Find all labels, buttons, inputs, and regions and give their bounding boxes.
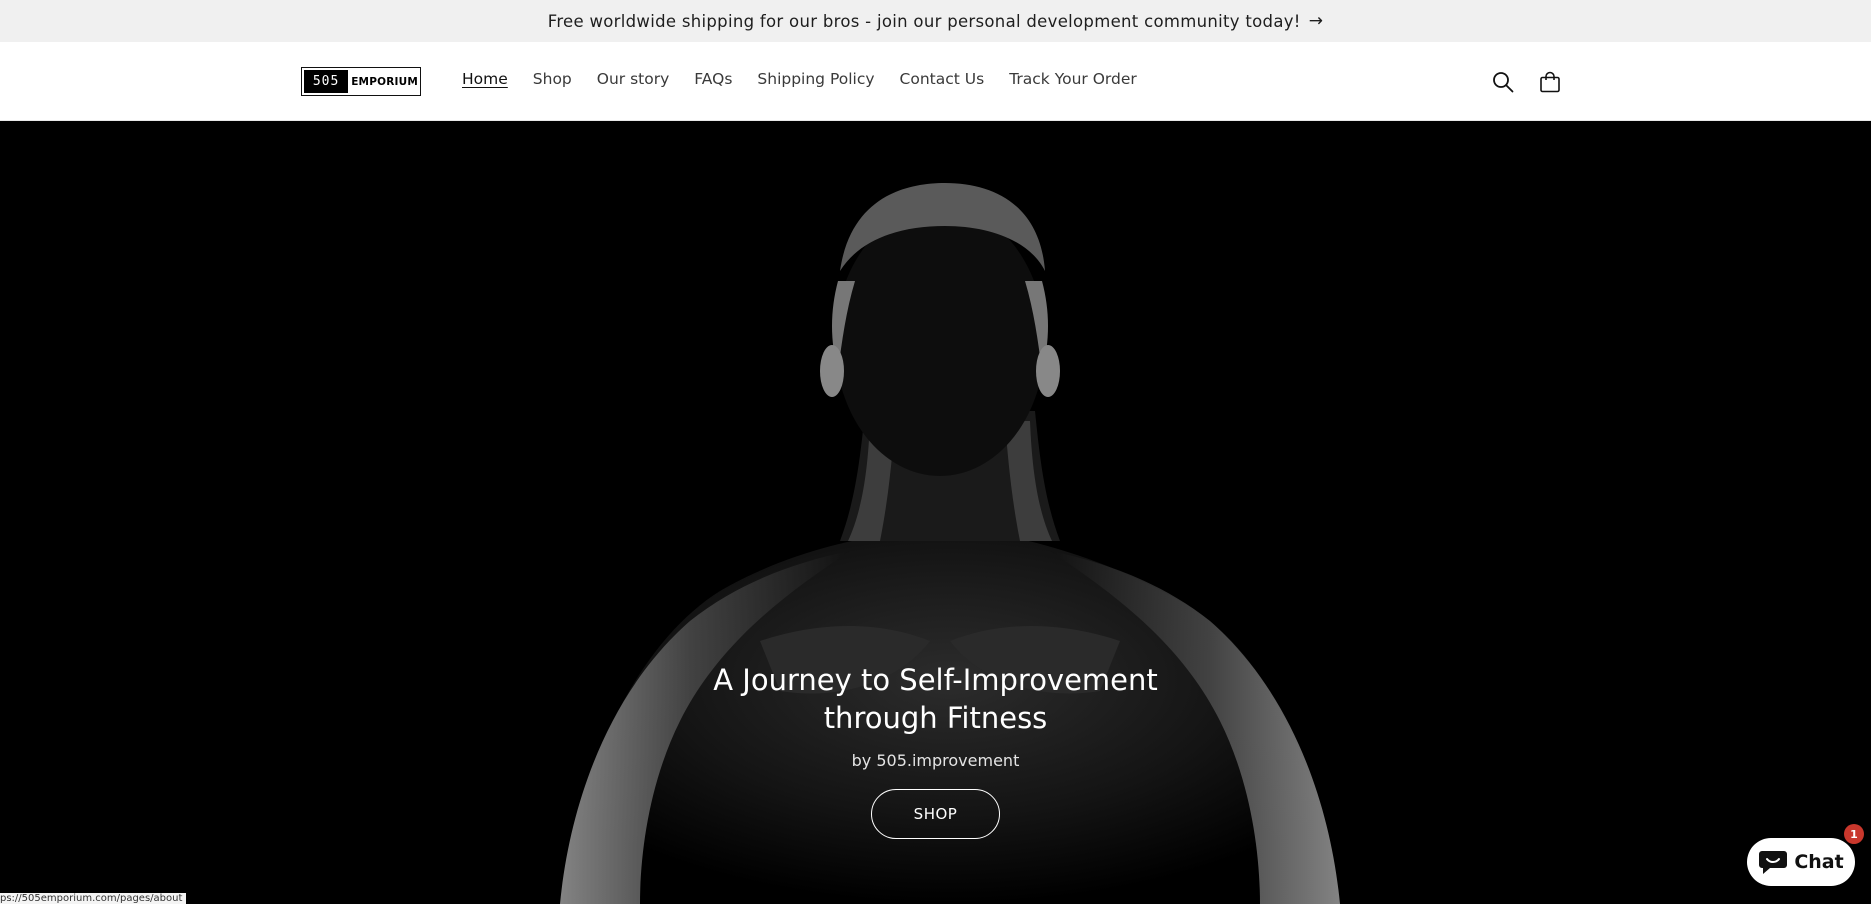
cart-icon [1540,71,1560,93]
chat-bubble-icon [1759,851,1788,874]
announcement-text: Free worldwide shipping for our bros - j… [547,11,1301,31]
logo-wordmark: EMPORIUM [351,75,418,88]
hero-content: A Journey to Self-Improvement through Fi… [0,661,1871,839]
site-header: 505 EMPORIUM Home Shop Our story FAQs Sh… [0,42,1871,121]
nav-item-our-story[interactable]: Our story [597,70,670,88]
nav-item-contact-us[interactable]: Contact Us [900,70,985,88]
main-nav: Home Shop Our story FAQs Shipping Policy… [462,70,1137,88]
nav-item-shop[interactable]: Shop [533,70,572,88]
cart-button[interactable] [1534,66,1566,98]
nav-item-faqs[interactable]: FAQs [694,70,732,88]
chat-button[interactable]: Chat [1747,838,1855,886]
nav-item-shipping-policy[interactable]: Shipping Policy [757,70,874,88]
hero-banner: A Journey to Self-Improvement through Fi… [0,121,1871,904]
site-logo[interactable]: 505 EMPORIUM [301,67,421,96]
logo-number: 505 [304,70,349,93]
status-bar-url: ps://505emporium.com/pages/about [0,893,187,904]
search-icon [1493,72,1514,93]
chat-notification-badge: 1 [1844,824,1864,844]
shop-button[interactable]: SHOP [871,789,1000,839]
hero-title: A Journey to Self-Improvement through Fi… [713,663,1158,735]
hero-subtitle: by 505.improvement [851,751,1020,770]
search-button[interactable] [1487,66,1519,98]
announcement-bar[interactable]: Free worldwide shipping for our bros - j… [0,0,1871,42]
nav-item-track-your-order[interactable]: Track Your Order [1009,70,1137,88]
nav-item-home[interactable]: Home [462,70,508,88]
chat-label: Chat [1794,851,1844,873]
arrow-right-icon: → [1308,11,1324,31]
